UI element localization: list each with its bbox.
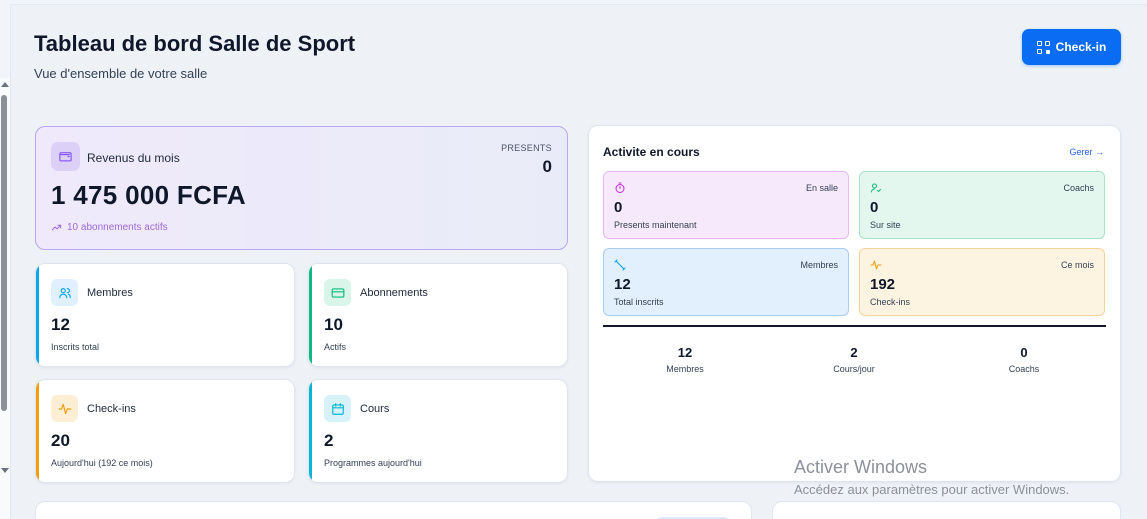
credit-card-icon [324,279,351,306]
tile-value: 192 [870,276,896,293]
check-in-label: Check-in [1055,40,1107,54]
stat-subtext: Aujourd'hui (192 ce mois) [51,458,153,468]
summary-cours: 2 Cours/jour [774,345,934,374]
tile-label: Ce mois [1060,260,1094,270]
tile-value: 0 [614,199,623,216]
tile-value: 12 [614,276,631,293]
timer-icon [615,182,625,193]
accent-bar [36,264,39,366]
stat-card-abonnements[interactable]: Abonnements 10 Actifs [308,263,568,367]
qr-code-icon [1036,40,1050,54]
tile-coachs[interactable]: Coachs 0 Sur site [859,171,1105,239]
accent-bar [309,380,312,482]
present-label: PRESENTS [501,143,552,153]
summary-label: Coachs [1008,364,1040,374]
tile-subtext: Check-ins [870,297,911,307]
tile-label: Coachs [1063,183,1094,193]
summary-value: 2 [850,345,858,360]
tile-subtext: Sur site [870,220,901,230]
windows-watermark-subtitle: Accédez aux paramètres pour activer Wind… [794,482,1070,497]
stat-value: 12 [51,315,70,334]
page-subtitle: Vue d'ensemble de votre salle [34,66,208,81]
tile-en-salle[interactable]: En salle 0 Presents maintenant [603,171,849,239]
stat-label: Cours [360,403,390,415]
tile-label: Membres [800,260,838,270]
stat-value: 20 [51,431,70,450]
revenue-card: Revenus du mois 1 475 000 FCFA 10 abonne… [35,126,568,250]
check-in-button[interactable]: Check-in [1022,29,1121,65]
summary-value: 12 [677,345,693,360]
stat-card-check-ins[interactable]: Check-ins 20 Aujourd'hui (192 ce mois) [35,379,295,483]
trending-up-icon [51,224,62,231]
activity-divider [603,325,1106,327]
tile-subtext: Presents maintenant [614,220,697,230]
stat-value: 2 [324,431,334,450]
revenue-subtext: 10 abonnements actifs [51,222,168,233]
stat-card-cours[interactable]: Cours 2 Programmes aujourd'hui [308,379,568,483]
accent-bar [309,264,312,366]
active-subscriptions-text: 10 abonnements actifs [67,222,168,233]
tile-value: 0 [870,199,879,216]
bottom-left-card [35,501,752,519]
page-title: Tableau de bord Salle de Sport [34,31,356,56]
stat-label: Membres [87,287,133,299]
summary-coachs: 0 Coachs [944,345,1104,374]
stat-value: 10 [324,315,343,334]
dumbbell-icon [614,259,626,271]
calendar-icon [324,395,351,422]
pulse-icon [870,260,882,270]
tile-ce-mois[interactable]: Ce mois 192 Check-ins [859,248,1105,316]
windows-watermark-title: Activer Windows [794,457,928,477]
user-check-icon [871,183,881,193]
tile-label: En salle [805,183,838,193]
revenue-label: Revenus du mois [87,151,180,165]
scroll-up-arrow[interactable] [1,82,9,87]
revenue-amount: 1 475 000 FCFA [51,180,246,210]
stat-card-membres[interactable]: Membres 12 Inscrits total [35,263,295,367]
stat-subtext: Actifs [324,342,347,352]
accent-bar [36,380,39,482]
tile-subtext: Total inscrits [614,297,664,307]
stat-label: Abonnements [360,287,428,299]
users-icon [51,279,78,306]
stat-subtext: Programmes aujourd'hui [324,458,422,468]
tile-membres[interactable]: Membres 12 Total inscrits [603,248,849,316]
scroll-down-arrow[interactable] [1,468,9,473]
scrollbar-thumb[interactable] [1,95,7,411]
summary-label: Membres [666,364,704,374]
activity-title: Activite en cours [603,145,700,159]
stat-label: Check-ins [87,403,136,415]
bottom-right-card [772,501,1121,519]
activity-icon [51,395,78,422]
stat-subtext: Inscrits total [51,342,100,352]
wallet-icon [51,142,80,171]
activity-panel: Activite en cours Gerer → En salle 0 Pre… [588,125,1121,482]
summary-membres: 12 Membres [605,345,765,374]
manage-link[interactable]: Gerer → [1069,147,1104,157]
summary-value: 0 [1020,345,1028,360]
summary-label: Cours/jour [833,364,875,374]
present-value: 0 [542,157,552,176]
